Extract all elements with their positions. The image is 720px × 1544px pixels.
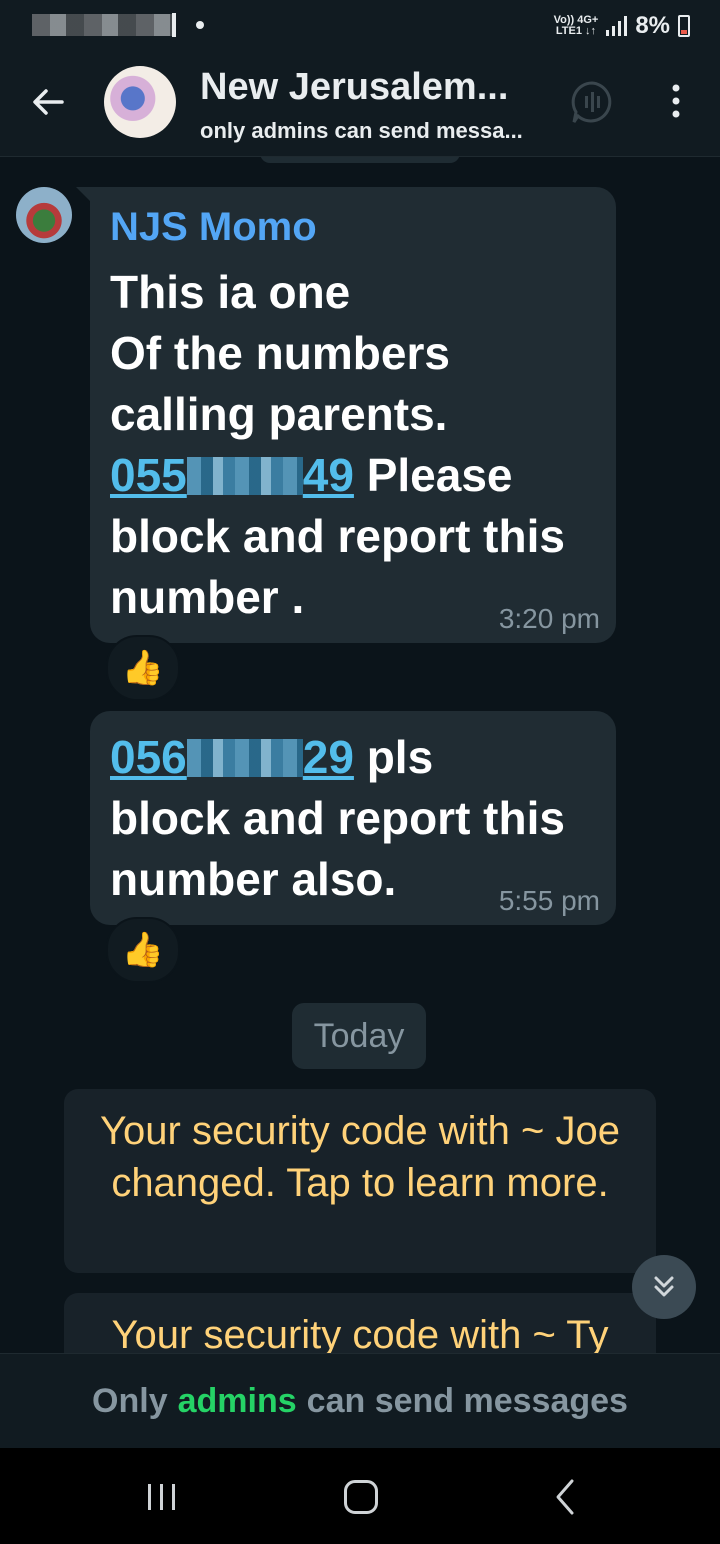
voice-chat-icon[interactable] [570,80,614,124]
message-bubble[interactable]: NJS Momo This ia one Of the numbers call… [90,187,616,643]
group-subtitle[interactable]: only admins can send messa... [200,118,523,144]
previous-message-stub [260,157,460,163]
message-time: 3:20 pm [498,603,600,634]
security-code-notice[interactable]: Your security code with ~ Ty [64,1293,656,1353]
group-title[interactable]: New Jerusalem... [200,66,508,109]
scroll-to-bottom-button[interactable] [632,1255,696,1319]
signal-strength-icon [606,16,628,36]
battery-icon [678,15,690,37]
back-arrow-icon[interactable] [28,82,68,122]
admins-link[interactable]: admins [178,1382,297,1421]
chat-header: New Jerusalem... only admins can send me… [0,52,720,157]
redacted-digits [186,457,303,495]
back-icon[interactable] [548,1478,582,1516]
sender-name[interactable]: NJS Momo [110,205,596,250]
status-indicators: Vo)) 4G+ LTE1 ↓↑ 8% [554,10,690,42]
network-indicator: Vo)) 4G+ LTE1 ↓↑ [553,14,599,37]
security-code-notice[interactable]: Your security code with ~ Joe changed. T… [64,1089,656,1273]
admins-only-notice: Only admins can send messages [0,1353,720,1448]
thumbs-up-reaction[interactable]: 👍 [106,917,180,983]
message-bubble[interactable]: 056 29 pls block and report this number a… [90,711,616,925]
message-time: 5:55 pm [498,885,600,916]
phone-number-link[interactable]: 055 49 [110,449,354,501]
message-text: This ia one Of the numbers calling paren… [110,266,565,623]
group-avatar[interactable] [104,66,176,138]
thumbs-up-reaction[interactable]: 👍 [106,635,180,701]
sender-avatar[interactable] [16,187,72,243]
redacted-digits [186,739,303,777]
notification-dot-icon [196,21,204,29]
status-bar: Vo)) 4G+ LTE1 ↓↑ 8% [0,0,720,52]
chat-area[interactable]: NJS Momo This ia one Of the numbers call… [0,157,720,1353]
more-options-icon[interactable] [666,82,686,122]
message-text: 056 29 pls block and report this number a… [110,731,565,905]
phone-number-link[interactable]: 056 29 [110,731,354,783]
battery-percent: 8% [635,12,670,39]
status-divider [172,13,176,37]
double-chevron-down-icon [654,1276,674,1297]
home-icon[interactable] [344,1480,378,1514]
recent-apps-icon[interactable] [144,1482,180,1512]
system-navigation-bar [0,1448,720,1544]
blurred-notification-icons [32,14,172,36]
date-divider: Today [292,1003,426,1069]
